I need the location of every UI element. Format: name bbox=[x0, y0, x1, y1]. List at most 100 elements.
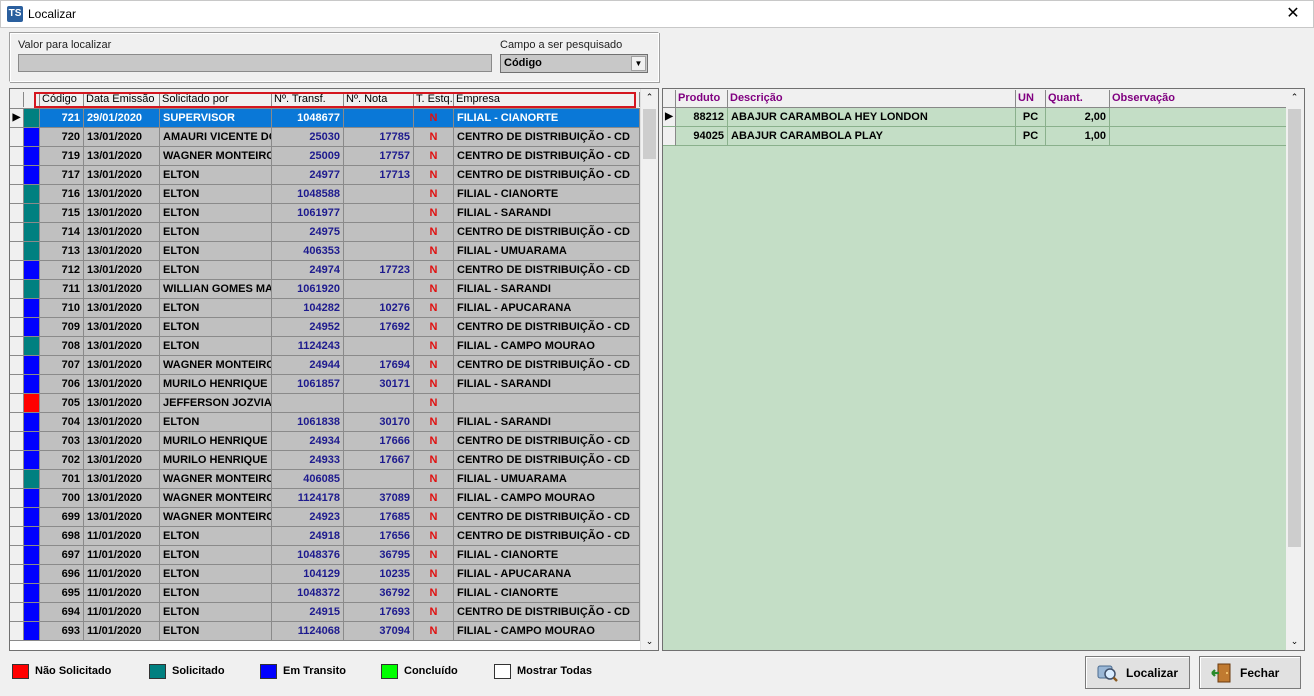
status-color-cell bbox=[24, 280, 40, 299]
col-un-header[interactable]: UN bbox=[1016, 90, 1046, 107]
table-row[interactable]: 698 11/01/2020 ELTON 24918 17656 N CENTRO DE D… bbox=[10, 527, 640, 546]
header-blank-cell bbox=[24, 92, 40, 107]
cell-data: 13/01/2020 bbox=[84, 337, 160, 356]
cell-transf: 1048677 bbox=[272, 109, 344, 128]
col-codigo-header[interactable]: Código bbox=[40, 92, 84, 107]
scroll-up-icon[interactable]: ⌃ bbox=[1286, 89, 1303, 106]
col-produto-header[interactable]: Produto bbox=[676, 90, 728, 107]
scroll-up-icon[interactable]: ⌃ bbox=[641, 89, 658, 106]
col-quant-header[interactable]: Quant. bbox=[1046, 90, 1110, 107]
cell-transf: 24975 bbox=[272, 223, 344, 242]
col-nr-transf-header[interactable]: Nº. Transf. bbox=[272, 92, 344, 107]
status-color-cell bbox=[24, 204, 40, 223]
cell-data: 13/01/2020 bbox=[84, 489, 160, 508]
table-row[interactable]: 701 13/01/2020 WAGNER MONTEIRO 406085 N FILIA… bbox=[10, 470, 640, 489]
cell-obs bbox=[1110, 108, 1287, 127]
table-row[interactable]: 695 11/01/2020 ELTON 1048372 36792 N FILIAL - … bbox=[10, 584, 640, 603]
table-row[interactable]: 704 13/01/2020 ELTON 1061838 30170 N FILIAL - … bbox=[10, 413, 640, 432]
cell-nota bbox=[344, 204, 414, 223]
table-row[interactable]: ▶ 721 29/01/2020 SUPERVISOR 1048677 N FILIAL -… bbox=[10, 109, 640, 128]
col-empresa-header[interactable]: Empresa bbox=[454, 92, 640, 107]
localizar-label: Localizar bbox=[1126, 666, 1179, 680]
table-row[interactable]: 94025 ABAJUR CARAMBOLA PLAY PC 1,00 bbox=[663, 127, 1287, 146]
valor-input[interactable] bbox=[18, 54, 492, 72]
table-row[interactable]: 708 13/01/2020 ELTON 1124243 N FILIAL - CAMPO… bbox=[10, 337, 640, 356]
table-row[interactable]: 720 13/01/2020 AMAURI VICENTE DO 25030 17785… bbox=[10, 128, 640, 147]
cell-nota: 17694 bbox=[344, 356, 414, 375]
transfers-scrollbar[interactable]: ⌃ ⌄ bbox=[640, 89, 658, 650]
legend-label: Não Solicitado bbox=[35, 665, 112, 677]
table-row[interactable]: 699 13/01/2020 WAGNER MONTEIRO 24923 17685 N C… bbox=[10, 508, 640, 527]
scroll-down-icon[interactable]: ⌄ bbox=[641, 633, 658, 650]
row-indicator bbox=[10, 527, 24, 546]
table-row[interactable]: 705 13/01/2020 JEFFERSON JOZVIAK N bbox=[10, 394, 640, 413]
table-row[interactable]: 715 13/01/2020 ELTON 1061977 N FILIAL - SARAN… bbox=[10, 204, 640, 223]
cell-empresa: FILIAL - CIANORTE bbox=[454, 584, 640, 603]
cell-solicitado: MURILO HENRIQUE DE bbox=[160, 432, 272, 451]
dropdown-arrow-icon[interactable]: ▼ bbox=[631, 56, 646, 71]
table-row[interactable]: 711 13/01/2020 WILLIAN GOMES MA 1061920 N FIL… bbox=[10, 280, 640, 299]
table-row[interactable]: 717 13/01/2020 ELTON 24977 17713 N CENTRO DE D… bbox=[10, 166, 640, 185]
cell-estq: N bbox=[414, 109, 454, 128]
col-observacao-header[interactable]: Observação bbox=[1110, 90, 1287, 107]
campo-select[interactable]: Código ▼ bbox=[500, 54, 648, 73]
row-indicator bbox=[10, 470, 24, 489]
table-row[interactable]: ▶ 88212 ABAJUR CARAMBOLA HEY LONDON PC 2,00 bbox=[663, 108, 1287, 127]
cell-estq: N bbox=[414, 299, 454, 318]
cell-codigo: 714 bbox=[40, 223, 84, 242]
cell-empresa: CENTRO DE DISTRIBUIÇÃO - CD bbox=[454, 432, 640, 451]
status-color-cell bbox=[24, 375, 40, 394]
col-solicitado-por-header[interactable]: Solicitado por bbox=[160, 92, 272, 107]
status-color-cell bbox=[24, 223, 40, 242]
fechar-button[interactable]: Fechar bbox=[1199, 656, 1301, 689]
table-row[interactable]: 712 13/01/2020 ELTON 24974 17723 N CENTRO DE D… bbox=[10, 261, 640, 280]
magnifier-icon bbox=[1097, 665, 1118, 682]
col-nr-nota-header[interactable]: Nº. Nota bbox=[344, 92, 414, 107]
cell-descricao: ABAJUR CARAMBOLA PLAY bbox=[728, 127, 1016, 146]
cell-estq: N bbox=[414, 204, 454, 223]
table-row[interactable]: 719 13/01/2020 WAGNER MONTEIRO 25009 17757 N C… bbox=[10, 147, 640, 166]
table-row[interactable]: 710 13/01/2020 ELTON 104282 10276 N FILIAL - A… bbox=[10, 299, 640, 318]
cell-solicitado: ELTON bbox=[160, 261, 272, 280]
cell-nota: 10235 bbox=[344, 565, 414, 584]
table-row[interactable]: 700 13/01/2020 WAGNER MONTEIRO 1124178 37089… bbox=[10, 489, 640, 508]
row-indicator bbox=[10, 337, 24, 356]
close-button[interactable]: ✕ bbox=[1283, 4, 1303, 24]
col-descricao-header[interactable]: Descrição bbox=[728, 90, 1016, 107]
transfers-grid[interactable]: Código Data Emissão Solicitado por Nº. Tran… bbox=[9, 88, 659, 651]
cell-transf: 24918 bbox=[272, 527, 344, 546]
col-t-estq-header[interactable]: T. Estq. bbox=[414, 92, 454, 107]
table-row[interactable]: 70213/01/2020MURILO HENRIQUE DE249331766… bbox=[10, 451, 640, 470]
table-row[interactable]: 693 11/01/2020 ELTON 1124068 37094 N FILIAL - … bbox=[10, 622, 640, 641]
table-row[interactable]: 697 11/01/2020 ELTON 1048376 36795 N FILIAL - … bbox=[10, 546, 640, 565]
legend-swatch bbox=[12, 664, 29, 679]
cell-data: 11/01/2020 bbox=[84, 584, 160, 603]
legend-swatch bbox=[149, 664, 166, 679]
scroll-thumb[interactable] bbox=[643, 109, 656, 159]
cell-codigo: 715 bbox=[40, 204, 84, 223]
cell-data: 13/01/2020 bbox=[84, 318, 160, 337]
window-title: Localizar bbox=[28, 7, 77, 21]
table-row[interactable]: 713 13/01/2020 ELTON 406353 N FILIAL - UMUARA… bbox=[10, 242, 640, 261]
table-row[interactable]: 716 13/01/2020 ELTON 1048588 N FILIAL - CIANO… bbox=[10, 185, 640, 204]
table-row[interactable]: 709 13/01/2020 ELTON 24952 17692 N CENTRO DE D… bbox=[10, 318, 640, 337]
cell-data: 11/01/2020 bbox=[84, 546, 160, 565]
table-row[interactable]: 696 11/01/2020 ELTON 104129 10235 N FILIAL - A… bbox=[10, 565, 640, 584]
col-data-emissao-header[interactable]: Data Emissão bbox=[84, 92, 160, 107]
row-indicator bbox=[10, 603, 24, 622]
table-row[interactable]: 70613/01/2020MURILO HENRIQUE DE106185730… bbox=[10, 375, 640, 394]
table-row[interactable]: 694 11/01/2020 ELTON 24915 17693 N CENTRO DE D… bbox=[10, 603, 640, 622]
title-bar: TS Localizar ✕ bbox=[0, 0, 1314, 28]
cell-codigo: 716 bbox=[40, 185, 84, 204]
localizar-button[interactable]: Localizar bbox=[1085, 656, 1190, 689]
table-row[interactable]: 707 13/01/2020 WAGNER MONTEIRO 24944 17694 N C… bbox=[10, 356, 640, 375]
products-grid[interactable]: Produto Descrição UN Quant. Observação ▶ 8821… bbox=[662, 88, 1305, 651]
cell-data: 29/01/2020 bbox=[84, 109, 160, 128]
products-scrollbar[interactable]: ⌃ ⌄ bbox=[1286, 89, 1304, 650]
table-row[interactable]: 70313/01/2020MURILO HENRIQUE DE249341766… bbox=[10, 432, 640, 451]
table-row[interactable]: 714 13/01/2020 ELTON 24975 N CENTRO DE DISTRI… bbox=[10, 223, 640, 242]
scroll-down-icon[interactable]: ⌄ bbox=[1286, 633, 1303, 650]
scroll-thumb[interactable] bbox=[1288, 109, 1301, 547]
cell-estq: N bbox=[414, 280, 454, 299]
cell-nota: 17785 bbox=[344, 128, 414, 147]
